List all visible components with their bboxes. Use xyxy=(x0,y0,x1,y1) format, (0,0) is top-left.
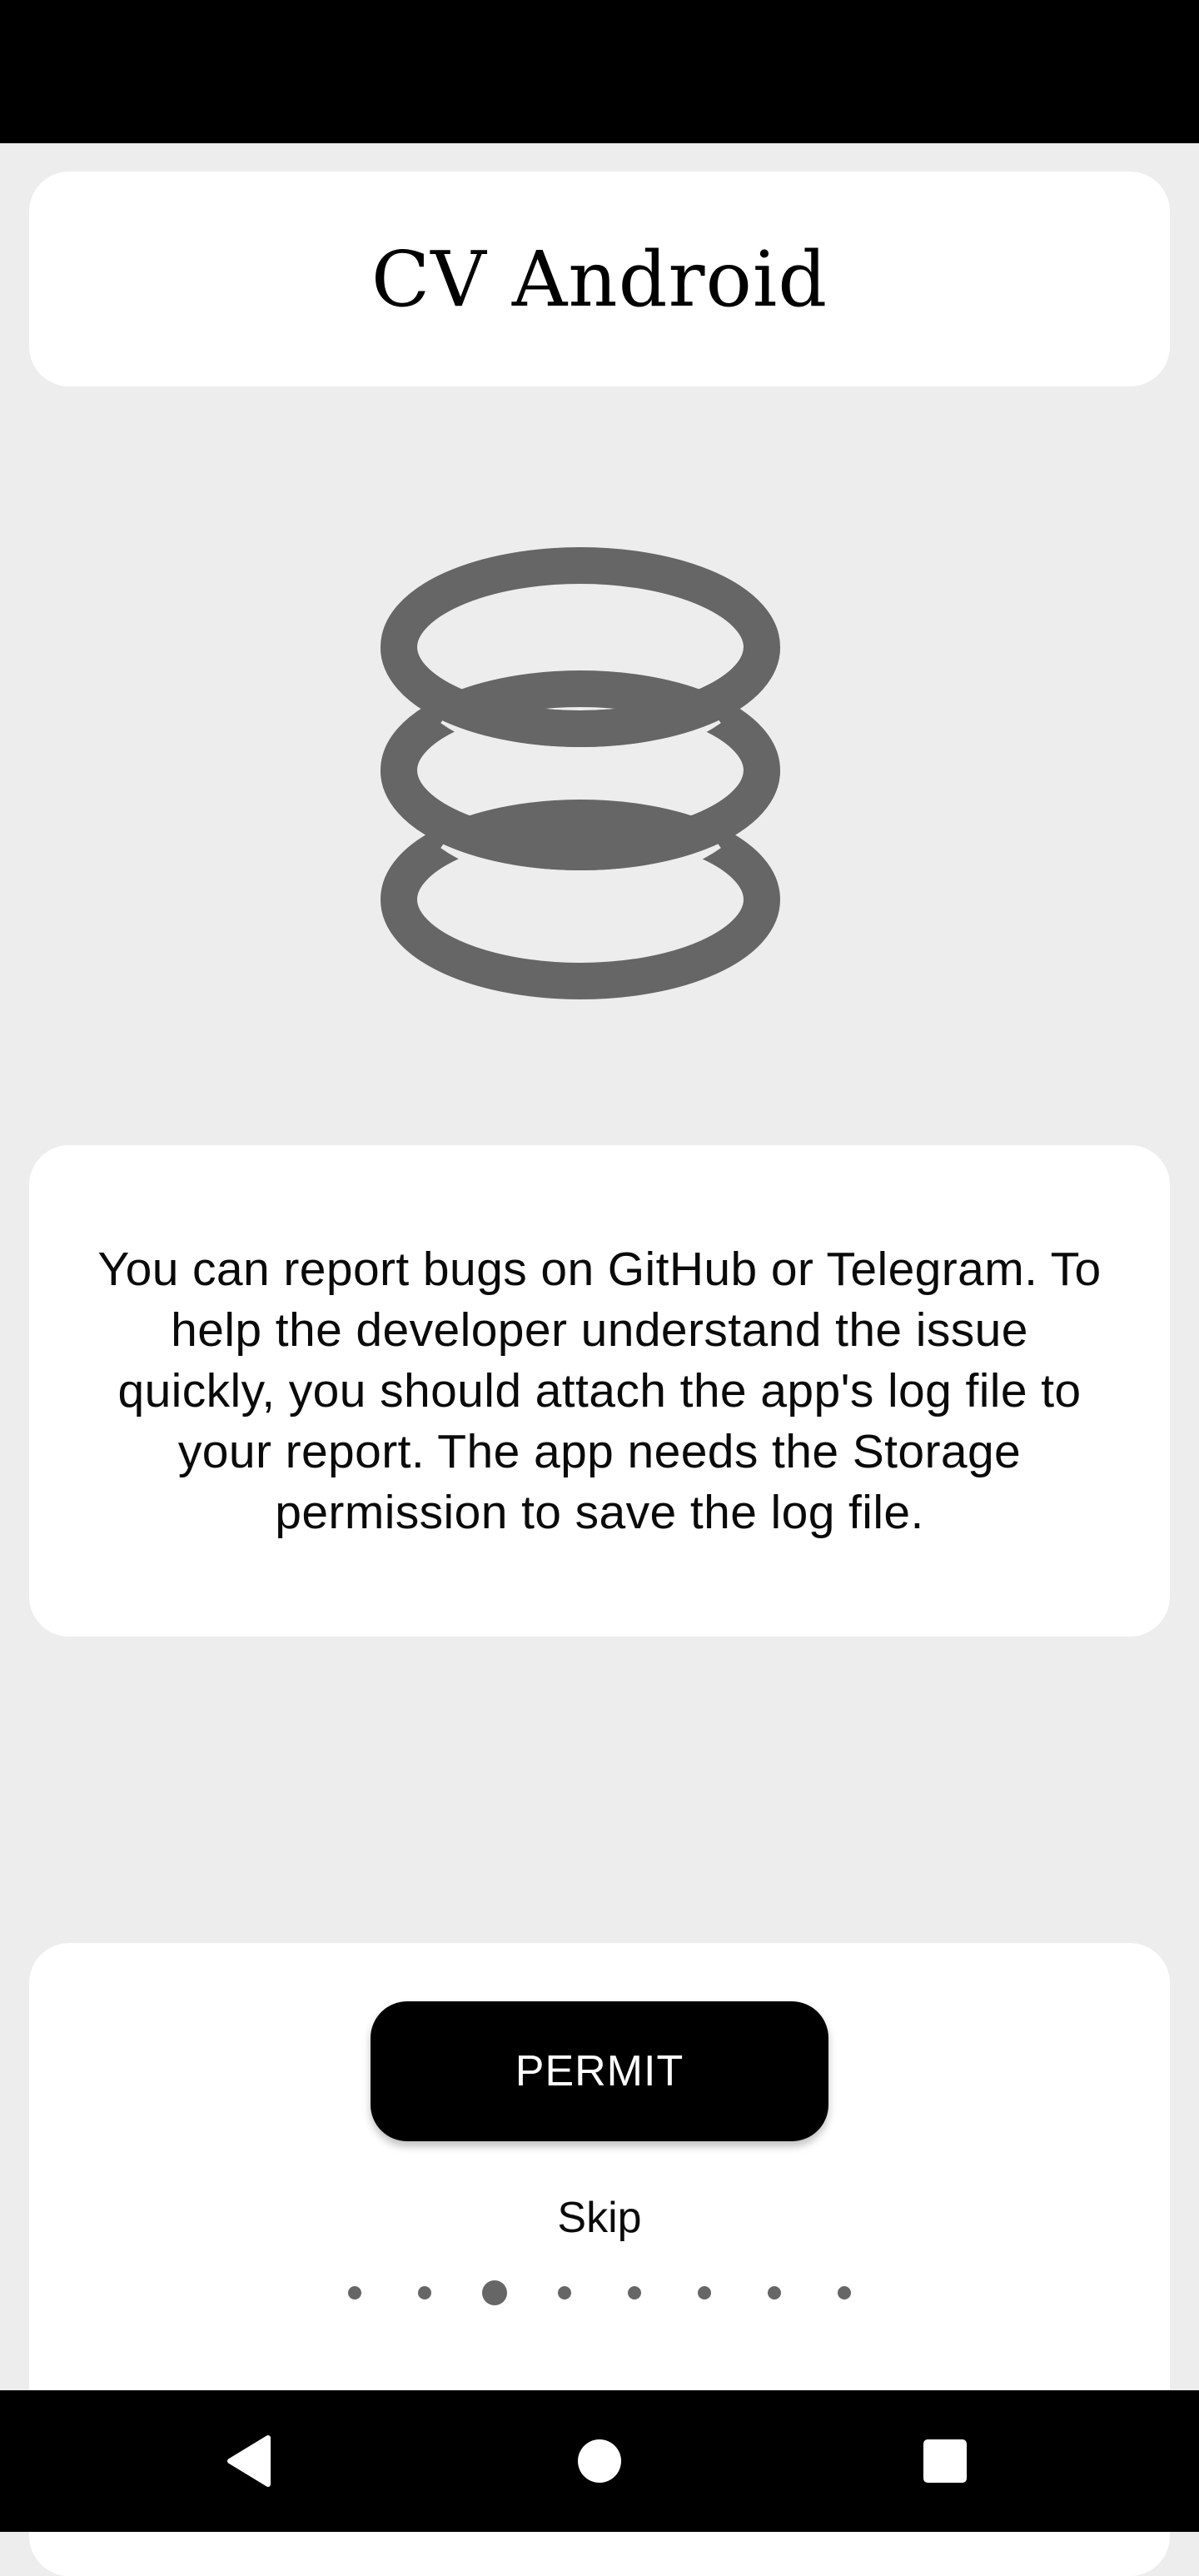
skip-button[interactable]: Skip xyxy=(487,2185,712,2251)
page-dot xyxy=(768,2286,781,2299)
back-button[interactable] xyxy=(183,2390,316,2532)
description-card: You can report bugs on GitHub or Telegra… xyxy=(29,1145,1170,1637)
page-indicator xyxy=(29,2276,1170,2309)
page-dot xyxy=(838,2286,851,2299)
page-dot xyxy=(558,2286,571,2299)
navigation-bar xyxy=(0,2390,1199,2532)
permit-button[interactable]: PERMIT xyxy=(371,2001,828,2141)
page-dot xyxy=(418,2286,431,2299)
page-dot xyxy=(628,2286,641,2299)
title-card: CV Android xyxy=(29,172,1170,386)
recents-button[interactable] xyxy=(878,2390,1012,2532)
description-text: You can report bugs on GitHub or Telegra… xyxy=(97,1242,1102,1539)
back-triangle-icon xyxy=(227,2435,271,2487)
page-dot xyxy=(698,2286,711,2299)
recents-square-icon xyxy=(923,2439,967,2483)
home-button[interactable] xyxy=(533,2390,666,2532)
database-icon xyxy=(366,533,799,1016)
app-title: CV Android xyxy=(371,234,828,324)
page-dot-active xyxy=(482,2280,507,2305)
page-dot xyxy=(348,2286,361,2299)
status-bar xyxy=(0,0,1199,143)
home-circle-icon xyxy=(578,2439,621,2483)
